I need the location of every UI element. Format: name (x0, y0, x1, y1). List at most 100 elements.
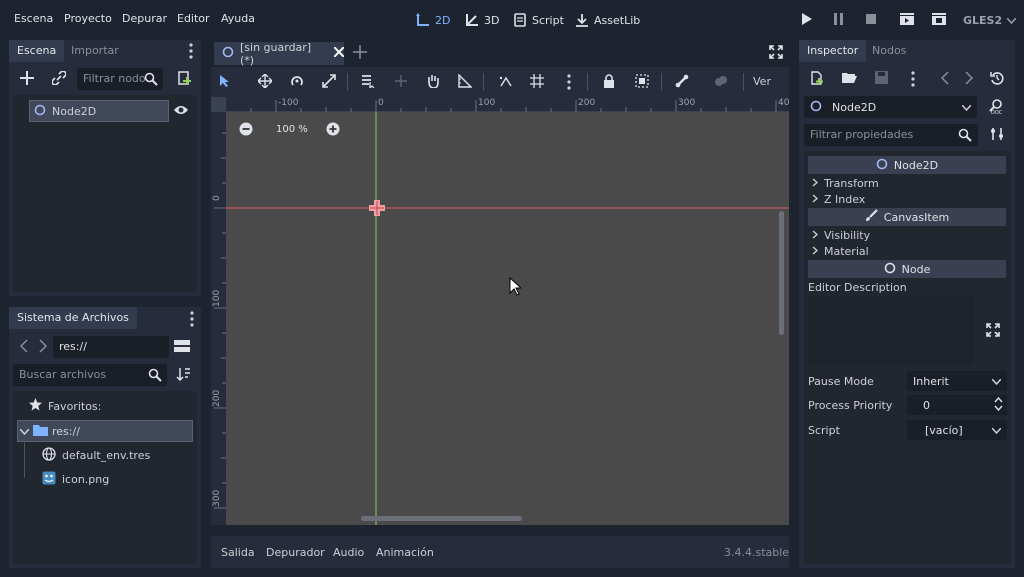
path-input[interactable]: res:// (53, 336, 169, 358)
history-back-button[interactable] (935, 69, 955, 89)
zoom-in-button[interactable] (323, 120, 343, 140)
grid-snap-button[interactable] (527, 72, 547, 92)
scale-mode-button[interactable] (319, 72, 339, 92)
tab-salida[interactable]: Salida (221, 546, 255, 559)
horizontal-scrollbar[interactable] (361, 516, 522, 521)
menu-escena[interactable]: Escena (14, 12, 53, 25)
workspace-2d-button[interactable]: 2D (416, 10, 450, 30)
vertical-scrollbar[interactable] (779, 211, 784, 335)
pivot-mode-button[interactable] (391, 72, 411, 92)
vertical-ruler: 0 100 200 300 (211, 97, 226, 525)
process-priority-spinbox[interactable]: 0 (907, 395, 1007, 415)
object-selector[interactable]: Node2D (804, 96, 977, 118)
tree-node-node2d[interactable]: Node2D (29, 100, 169, 122)
2d-workspace-icon (416, 13, 430, 27)
new-resource-button[interactable] (807, 69, 827, 89)
group-button[interactable] (632, 72, 652, 92)
close-icon[interactable] (333, 46, 345, 60)
stop-button[interactable] (861, 10, 881, 30)
file-search-input[interactable]: Buscar archivos (13, 364, 167, 386)
tab-animacion[interactable]: Animación (376, 546, 434, 559)
chevron-left-icon (940, 70, 949, 88)
zoom-out-button[interactable] (236, 120, 256, 140)
property-filter-input[interactable]: Filtrar propiedades (804, 124, 978, 146)
section-material[interactable]: Material (808, 243, 1006, 259)
tab-nodos[interactable]: Nodos (864, 40, 914, 62)
section-visibility[interactable]: Visibility (808, 227, 1006, 243)
ruler-icon (458, 72, 473, 91)
visibility-toggle[interactable] (171, 101, 191, 121)
scene-tab[interactable]: [sin guardar](*) (214, 41, 345, 67)
folder-res[interactable]: res:// (17, 420, 193, 442)
back-button[interactable] (14, 337, 34, 357)
view-menu[interactable]: Ver (753, 75, 771, 88)
toggle-split-button[interactable] (172, 337, 192, 357)
load-resource-button[interactable] (839, 69, 859, 89)
section-transform[interactable]: Transform (808, 175, 1006, 191)
save-icon (874, 71, 888, 87)
file-item-icon-png[interactable]: icon.png (42, 471, 109, 488)
pause-mode-select[interactable]: Inherit (907, 371, 1007, 391)
workspace-3d-button[interactable]: 3D (465, 10, 499, 30)
select-mode-button[interactable] (215, 72, 235, 92)
expand-textarea-button[interactable] (983, 321, 1003, 341)
history-button[interactable] (987, 69, 1007, 89)
renderer-select[interactable]: GLES2 (963, 10, 1017, 30)
scene-tree (13, 95, 197, 292)
open-docs-button[interactable]: DOC (986, 97, 1006, 117)
menu-ayuda[interactable]: Ayuda (221, 12, 255, 25)
tree-guide-line (24, 442, 25, 478)
rotate-mode-button[interactable] (287, 72, 307, 92)
open-folder-icon (841, 72, 857, 87)
tab-depurador[interactable]: Depurador (266, 546, 325, 559)
search-icon (958, 128, 972, 145)
editor-description-textarea[interactable] (808, 296, 974, 366)
tab-audio[interactable]: Audio (333, 546, 364, 559)
smart-snap-button[interactable] (496, 72, 516, 92)
forward-button[interactable] (33, 337, 53, 357)
minus-circle-icon (239, 122, 253, 139)
play-button[interactable] (797, 10, 817, 30)
script-resource-picker[interactable]: [vacío] (907, 420, 1007, 440)
attach-script-button[interactable] (174, 69, 194, 89)
list-select-button[interactable] (358, 72, 378, 92)
menu-proyecto[interactable]: Proyecto (64, 12, 112, 25)
play-scene-button[interactable] (897, 10, 917, 30)
pause-button[interactable] (829, 10, 849, 30)
inspector-tools-button[interactable] (987, 125, 1007, 145)
viewport-2d[interactable] (211, 67, 789, 525)
pan-mode-button[interactable] (423, 72, 443, 92)
add-node-button[interactable] (17, 69, 37, 89)
new-scene-tab-button[interactable] (350, 43, 370, 63)
favorites-item[interactable]: Favoritos: (29, 398, 101, 414)
menu-depurar[interactable]: Depurar (122, 12, 167, 25)
sort-button[interactable] (173, 365, 193, 385)
lock-button[interactable] (599, 72, 619, 92)
play-custom-scene-button[interactable] (929, 10, 949, 30)
kebab-menu-icon[interactable] (911, 71, 915, 90)
tab-inspector[interactable]: Inspector (799, 40, 867, 62)
kebab-menu-icon[interactable] (190, 311, 194, 330)
instance-scene-button[interactable] (49, 69, 69, 89)
kebab-menu-icon[interactable] (189, 43, 193, 62)
zoom-level[interactable]: 100 % (276, 124, 308, 135)
history-forward-button[interactable] (959, 69, 979, 89)
tab-escena[interactable]: Escena (9, 40, 65, 62)
tab-importar[interactable]: Importar (63, 40, 127, 62)
workspace-assetlib-button[interactable]: AssetLib (575, 10, 640, 30)
spinner-arrows-icon[interactable] (994, 396, 1003, 414)
menu-editor[interactable]: Editor (177, 12, 210, 25)
workspace-script-button[interactable]: Script (513, 10, 564, 30)
kebab-menu-icon[interactable] (567, 74, 571, 93)
distraction-free-button[interactable] (766, 43, 786, 63)
section-zindex[interactable]: Z Index (808, 191, 1006, 207)
skeleton-button[interactable] (672, 72, 692, 92)
chevron-right-icon (39, 338, 48, 356)
category-canvasitem: CanvasItem (808, 208, 1006, 226)
file-item-default-env[interactable]: default_env.tres (42, 447, 150, 464)
tab-filesystem[interactable]: Sistema de Archivos (9, 307, 137, 329)
save-resource-button[interactable] (871, 69, 891, 89)
move-mode-button[interactable] (255, 72, 275, 92)
ruler-mode-button[interactable] (455, 72, 475, 92)
particles-button[interactable] (711, 72, 731, 92)
